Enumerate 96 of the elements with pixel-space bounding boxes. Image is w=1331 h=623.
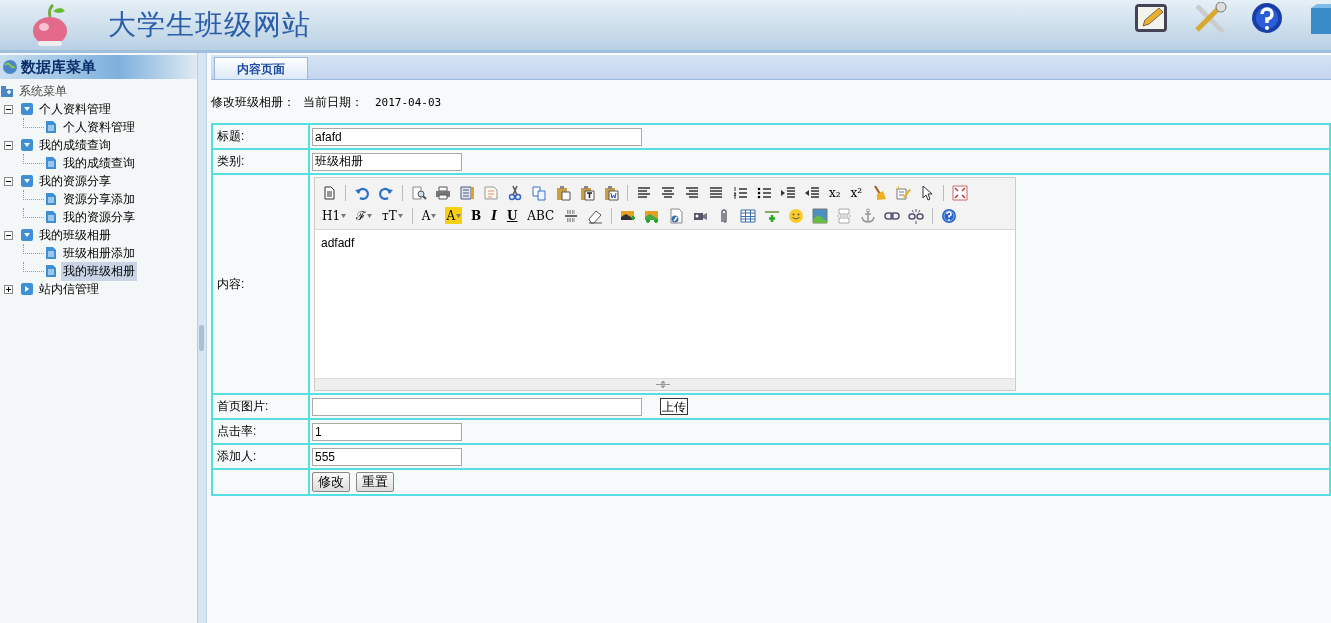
field-label: 添加人: [217,449,257,463]
category-icon [20,228,34,242]
tree-item[interactable]: 我的资源分享 [61,207,137,227]
caret-icon[interactable] [456,213,462,218]
help-icon[interactable] [941,207,958,224]
category-icon [20,138,34,152]
page-icon [44,156,58,170]
flash-icon[interactable] [668,207,685,224]
format-button[interactable]: H1 [321,207,348,224]
format-button[interactable]: x₂ [828,184,842,201]
category-icon [20,102,34,116]
format-button[interactable]: B [470,207,483,224]
format-button[interactable]: x² [849,184,864,201]
page-icon [44,264,58,278]
caret-icon[interactable] [397,213,403,218]
collapse-icon[interactable] [4,176,13,186]
table-icon[interactable] [740,207,757,224]
numbered-list-icon[interactable] [732,184,748,201]
collapse-icon[interactable] [4,140,13,150]
format-button[interactable]: ABC [526,207,556,224]
clipboard-icon[interactable] [603,184,619,201]
tree-item[interactable]: 资源分享添加 [61,189,137,209]
anchor-icon[interactable] [860,207,877,224]
page-icon [44,210,58,224]
format-button[interactable]: U [505,207,519,224]
text-field[interactable]: 班级相册 [312,152,462,171]
tree-item[interactable]: 个人资料管理 [61,117,137,137]
unlink-icon[interactable] [908,207,925,224]
format-button[interactable]: тT [381,207,404,224]
format-button[interactable]: I [490,207,498,224]
page-icon [44,246,58,260]
tree-item[interactable]: 我的成绩查询 [61,153,137,173]
indent-icon[interactable] [780,184,796,201]
outdent-icon[interactable] [804,184,820,201]
expand-icon[interactable] [4,284,13,294]
text-field[interactable]: 555 [312,447,462,466]
align-center-icon[interactable] [660,184,676,201]
resize-grip-icon[interactable] [656,381,670,388]
printer-icon[interactable] [435,184,451,201]
tab[interactable]: 内容页面 [214,57,308,79]
text-field[interactable]: 1 [312,422,462,441]
editor-text: adfadf [320,235,356,252]
date-label: 当前日期： [303,93,363,111]
file-field[interactable] [312,397,642,416]
splitter-handle[interactable] [199,325,205,351]
caret-icon[interactable] [367,213,373,218]
tree-item[interactable]: 班级相册添加 [61,243,137,263]
collapse-icon[interactable] [4,230,13,240]
date-value: 2017-04-03 [375,95,442,109]
apple-logo-icon [30,3,70,47]
field-label: 点击率: [217,424,257,438]
smiley-icon[interactable] [788,207,805,224]
scissors-icon[interactable] [507,184,523,201]
category-icon [20,282,34,296]
page-icon [44,120,58,134]
format-button[interactable]: ℱ [355,207,374,224]
field-label: 首页图片: [217,399,269,413]
globe-icon [2,59,18,75]
fullscreen-icon[interactable] [952,184,969,201]
clipboard-icon[interactable] [579,184,595,201]
image-icon[interactable] [812,207,829,224]
tree-item[interactable]: 系统菜单 [17,81,69,101]
tree-item[interactable]: 我的资源分享 [37,171,113,191]
preview-icon[interactable] [411,184,427,201]
help-icon[interactable] [1249,2,1285,36]
rich-text-editor[interactable]: x₂ x² H1 ℱ тT A A B I U ABC adfadf [314,177,1016,391]
format-button[interactable]: A [445,207,463,224]
tree-item[interactable]: 个人资料管理 [37,99,113,119]
site-title: 大学生班级网站 [108,7,311,43]
form-button[interactable]: 修改 [312,472,350,492]
menu-header: 数据库菜单 [0,55,198,79]
form-button[interactable]: 重置 [356,472,394,492]
page-heading: 修改班级相册： [211,93,295,111]
caret-icon[interactable] [341,213,347,218]
collapse-icon[interactable] [4,104,13,114]
page-icon [44,192,58,206]
field-label: 标题: [217,129,245,143]
align-left-icon[interactable] [636,184,652,201]
format-button[interactable]: A [420,207,438,224]
clipboard-icon[interactable] [555,184,571,201]
tree-item[interactable]: 站内信管理 [37,279,101,299]
copy-icon[interactable] [531,184,547,201]
justify-icon[interactable] [708,184,724,201]
tree-item[interactable]: 我的成绩查询 [37,135,113,155]
upload-button[interactable]: 上传 [660,398,688,415]
strikethrough-icon[interactable] [563,207,580,224]
field-label: 内容: [217,276,245,291]
text-field[interactable]: afafd [312,127,642,146]
align-right-icon[interactable] [684,184,700,201]
category-icon [20,174,34,188]
caret-icon[interactable] [431,213,437,218]
tree-item[interactable]: 我的班级相册 [61,261,137,281]
broom-icon[interactable] [871,184,888,201]
tree-item[interactable]: 我的班级相册 [37,225,113,245]
field-label: 类别: [217,154,245,168]
document-icon[interactable] [321,184,337,201]
